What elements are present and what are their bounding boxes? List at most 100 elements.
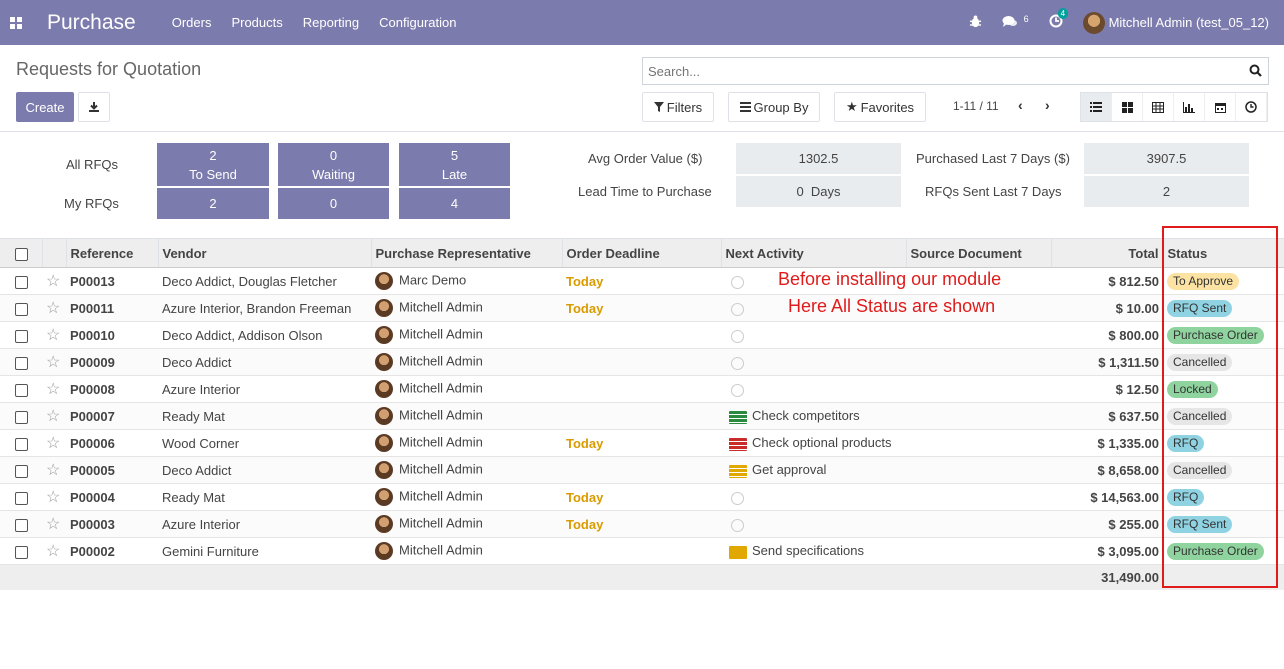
- menu-reporting[interactable]: Reporting: [303, 15, 359, 30]
- table-row[interactable]: ☆ P00010 Deco Addict, Addison Olson Mitchel…: [0, 321, 1284, 349]
- clock-icon[interactable]: [731, 302, 744, 316]
- clock-icon[interactable]: [731, 329, 744, 343]
- table-row[interactable]: ☆ P00009 Deco Addict Mitchell Admin $ 1,311.…: [0, 348, 1284, 376]
- table-row[interactable]: ☆ P00007 Ready Mat Mitchell Admin Check comp…: [0, 402, 1284, 430]
- menu-products[interactable]: Products: [231, 15, 282, 30]
- activity-list-icon[interactable]: [729, 437, 747, 451]
- activity-list-icon[interactable]: [729, 464, 747, 478]
- col-representative[interactable]: Purchase Representative: [370, 238, 562, 268]
- activity-summary[interactable]: Get approval: [752, 462, 826, 477]
- search-icon[interactable]: [1249, 64, 1262, 80]
- tile-all-late[interactable]: 5 Late: [399, 143, 510, 186]
- activities-icon[interactable]: 4: [1049, 8, 1069, 31]
- menu-configuration[interactable]: Configuration: [379, 15, 456, 30]
- table-row[interactable]: ☆ P00006 Wood Corner Mitchell Admin Today Che…: [0, 429, 1284, 457]
- row-checkbox[interactable]: [15, 545, 28, 559]
- star-outline-icon[interactable]: ☆: [46, 435, 60, 452]
- control-panel: Requests for Quotation Create Filters Gr…: [0, 45, 1284, 132]
- activity-summary[interactable]: Send specifications: [752, 543, 864, 558]
- activity-view-icon[interactable]: [1236, 93, 1267, 121]
- table-row[interactable]: ☆ P00004 Ready Mat Mitchell Admin Today $ 14,…: [0, 483, 1284, 511]
- status-highlight-box: [1162, 226, 1278, 588]
- pager-next-icon[interactable]: ›: [1045, 97, 1050, 113]
- row-checkbox[interactable]: [15, 329, 28, 343]
- user-avatar[interactable]: [1082, 11, 1105, 34]
- col-vendor[interactable]: Vendor: [157, 238, 371, 268]
- star-outline-icon[interactable]: ☆: [46, 543, 60, 560]
- col-source-document[interactable]: Source Document: [905, 238, 1051, 268]
- star-outline-icon[interactable]: ☆: [46, 489, 60, 506]
- star-outline-icon[interactable]: ☆: [46, 327, 60, 344]
- tile-all-to-send[interactable]: 2 To Send: [157, 143, 269, 186]
- search-input[interactable]: [648, 63, 1238, 79]
- row-checkbox[interactable]: [15, 356, 28, 370]
- clock-icon[interactable]: [731, 383, 744, 397]
- select-all-checkbox[interactable]: [15, 247, 28, 261]
- row-checkbox[interactable]: [15, 491, 28, 505]
- tile-my-waiting[interactable]: 0: [278, 188, 389, 219]
- row-checkbox[interactable]: [15, 437, 28, 451]
- clock-icon[interactable]: [731, 491, 744, 505]
- row-checkbox[interactable]: [15, 410, 28, 424]
- filters-button[interactable]: Filters: [642, 92, 714, 122]
- table-row[interactable]: ☆ P00008 Azure Interior Mitchell Admin $ 12.…: [0, 375, 1284, 403]
- search-bar[interactable]: [642, 57, 1269, 85]
- envelope-icon[interactable]: [729, 545, 747, 559]
- cell-source-document: [906, 511, 1051, 538]
- col-reference[interactable]: Reference: [65, 238, 158, 268]
- calendar-view-icon[interactable]: [1205, 93, 1236, 121]
- table-row[interactable]: ☆ P00013 Deco Addict, Douglas Fletcher Marc…: [0, 267, 1284, 295]
- cell-reference: P00009: [70, 354, 115, 370]
- star-outline-icon[interactable]: ☆: [46, 381, 60, 398]
- pager-value[interactable]: 1-11 / 11: [953, 99, 999, 113]
- graph-view-icon[interactable]: [1174, 93, 1205, 121]
- row-checkbox[interactable]: [15, 275, 28, 289]
- app-name[interactable]: Purchase: [47, 11, 136, 35]
- star-outline-icon[interactable]: ☆: [46, 273, 60, 290]
- activity-list-icon[interactable]: [729, 410, 747, 424]
- star-outline-icon[interactable]: ☆: [46, 462, 60, 479]
- filters-label: Filters: [666, 99, 703, 115]
- col-deadline[interactable]: Order Deadline: [561, 238, 721, 268]
- pivot-view-icon[interactable]: [1143, 93, 1174, 121]
- menu-orders[interactable]: Orders: [172, 15, 212, 30]
- table-row[interactable]: ☆ P00011 Azure Interior, Brandon Freeman Mi…: [0, 294, 1284, 322]
- row-checkbox[interactable]: [15, 383, 28, 397]
- tile-my-late[interactable]: 4: [399, 188, 510, 219]
- table-row[interactable]: ☆ P00003 Azure Interior Mitchell Admin Today…: [0, 510, 1284, 538]
- clock-icon[interactable]: [731, 275, 744, 289]
- star-outline-icon[interactable]: ☆: [46, 408, 60, 425]
- favorites-button[interactable]: ★ Favorites: [834, 92, 926, 122]
- clock-icon[interactable]: [731, 356, 744, 370]
- activity-summary[interactable]: Check competitors: [752, 408, 860, 423]
- cell-vendor: Wood Corner: [162, 435, 240, 451]
- row-checkbox[interactable]: [15, 518, 28, 532]
- activity-summary[interactable]: Check optional products: [752, 435, 891, 450]
- cell-next-activity: [721, 322, 906, 349]
- clock-icon[interactable]: [731, 518, 744, 532]
- star-outline-icon[interactable]: ☆: [46, 354, 60, 371]
- list-view-icon[interactable]: [1081, 93, 1112, 121]
- messages-icon[interactable]: 6: [1002, 14, 1029, 31]
- pager-previous-icon[interactable]: ‹: [1018, 97, 1023, 113]
- row-checkbox[interactable]: [15, 302, 28, 316]
- avatar: [375, 461, 393, 479]
- star-outline-icon[interactable]: ☆: [46, 516, 60, 533]
- cell-vendor: Deco Addict, Douglas Fletcher: [162, 273, 337, 289]
- user-menu[interactable]: Mitchell Admin (test_05_12): [1109, 15, 1269, 30]
- kanban-view-icon[interactable]: [1112, 93, 1143, 121]
- create-button[interactable]: Create: [16, 92, 74, 122]
- apps-menu-icon[interactable]: [0, 0, 32, 45]
- star-outline-icon[interactable]: ☆: [46, 300, 60, 317]
- bug-icon[interactable]: [969, 14, 982, 31]
- table-row[interactable]: ☆ P00002 Gemini Furniture Mitchell Admin Sen…: [0, 537, 1284, 565]
- groupby-button[interactable]: Group By: [728, 92, 820, 122]
- row-checkbox[interactable]: [15, 464, 28, 478]
- cell-deadline: [562, 322, 721, 349]
- col-next-activity[interactable]: Next Activity: [720, 238, 906, 268]
- tile-all-waiting[interactable]: 0 Waiting: [278, 143, 389, 186]
- tile-my-to-send[interactable]: 2: [157, 188, 269, 219]
- table-row[interactable]: ☆ P00005 Deco Addict Mitchell Admin Get appr…: [0, 456, 1284, 484]
- col-total[interactable]: Total: [1050, 238, 1163, 268]
- download-button[interactable]: [78, 92, 110, 122]
